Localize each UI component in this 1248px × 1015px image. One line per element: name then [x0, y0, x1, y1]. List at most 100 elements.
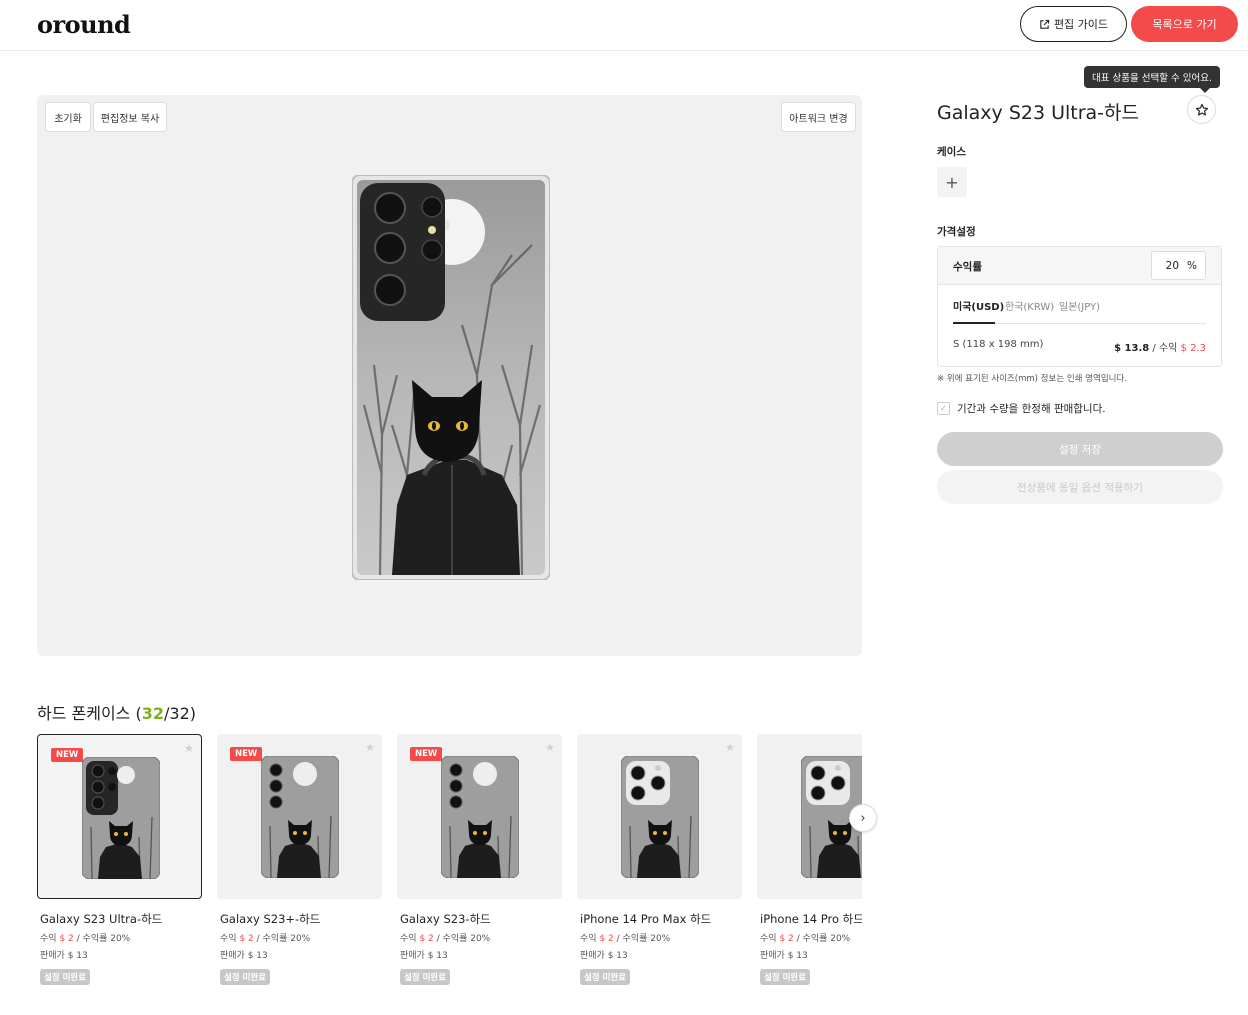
sale-price: 판매가 $ 13	[580, 951, 628, 961]
star-icon[interactable]: ★	[365, 741, 375, 754]
product-thumbnail[interactable]: NEW ★	[217, 734, 382, 899]
sale-price: 판매가 $ 13	[760, 951, 808, 961]
setting-incomplete-badge: 설정 미완료	[220, 969, 271, 985]
profit-prefix: 수익	[400, 934, 417, 944]
profit-rate-label: 수익률	[953, 261, 982, 273]
logo[interactable]: oround	[37, 10, 131, 39]
profit-amount: $ 2	[59, 934, 74, 944]
tab-krw[interactable]: 한국(KRW)	[1005, 298, 1054, 313]
case-thumbnail-image	[621, 756, 699, 878]
profit-rate-input[interactable]: 20 %	[1151, 251, 1206, 280]
product-name: iPhone 14 Pro Max 하드	[580, 912, 712, 926]
profit-rate-unit: %	[1187, 259, 1197, 272]
tab-active-indicator	[953, 322, 995, 324]
sale-price: $ 13.8	[1114, 343, 1150, 354]
sale-price: 판매가 $ 13	[400, 951, 448, 961]
external-link-icon	[1040, 19, 1050, 29]
edit-guide-label: 편집 가이드	[1053, 18, 1109, 31]
profit-rate-row: 수익률 20 %	[938, 247, 1221, 285]
star-icon[interactable]: ★	[725, 741, 735, 754]
profit-rate: / 수익률 20%	[616, 934, 671, 944]
profit-line: 수익 $ 2 / 수익률 20%	[217, 931, 382, 944]
profit-rate: / 수익률 20%	[436, 934, 491, 944]
star-icon[interactable]: ★	[184, 742, 194, 755]
case-thumbnail-image	[261, 756, 339, 878]
product-name: Galaxy S23+-하드	[220, 912, 321, 926]
profit-line: 수익 $ 2 / 수익률 20%	[577, 931, 742, 944]
star-icon[interactable]: ★	[545, 741, 555, 754]
profit-prefix: 수익	[580, 934, 597, 944]
profit-amount: $ 2.3	[1180, 343, 1206, 354]
profit-rate: / 수익률 20%	[76, 934, 131, 944]
limited-sale-checkbox[interactable]: ✓	[937, 402, 950, 415]
list-title-prefix: 하드 폰케이스 (	[37, 704, 142, 723]
case-thumbnail-image	[82, 757, 160, 879]
profit-rate: / 수익률 20%	[256, 934, 311, 944]
copy-edit-info-button[interactable]: 편집정보 복사	[93, 102, 167, 132]
featured-star-button[interactable]	[1187, 95, 1216, 124]
product-name: Galaxy S23-하드	[400, 912, 491, 926]
product-card[interactable]: ★ iPhone 14 Pro 하드수익 $ 2 / 수익률 20% 판매가 $ 1…	[757, 734, 862, 985]
product-carousel: NEW ★ Galaxy S23 Ultra-하드수익 $ 2 / 수익률 20% 판…	[37, 734, 862, 1004]
product-card[interactable]: NEW ★ Galaxy S23 Ultra-하드 수익 $ 2 / 수익률 20% 판…	[37, 734, 202, 985]
profit-amount: $ 2	[779, 934, 794, 944]
product-thumbnail[interactable]: NEW ★	[37, 734, 202, 899]
limited-sale-label: 기간과 수량을 한정해 판매합니다.	[957, 403, 1106, 415]
apply-all-button[interactable]: 전상품에 동일 옵션 적용하기	[937, 470, 1223, 504]
carousel-next-button[interactable]: ›	[849, 804, 877, 832]
profit-prefix: 수익	[220, 934, 237, 944]
reset-button[interactable]: 초기화	[45, 102, 91, 132]
back-to-list-button[interactable]: 목록으로 가기	[1131, 6, 1238, 42]
size-price: $ 13.8 / 수익 $ 2.3	[1114, 339, 1206, 354]
product-name: Galaxy S23 Ultra-하드	[40, 912, 163, 926]
profit-line: 수익 $ 2 / 수익률 20%	[397, 931, 562, 944]
change-artwork-button[interactable]: 아트워크 변경	[781, 102, 856, 132]
product-list-title: 하드 폰케이스 (32/32)	[37, 700, 196, 724]
product-thumbnail[interactable]: ★	[577, 734, 742, 899]
product-thumbnail[interactable]: NEW ★	[397, 734, 562, 899]
profit-prefix: 수익	[760, 934, 777, 944]
price-settings-box: 수익률 20 % 미국(USD) 한국(KRW) 일본(JPY) S (118 …	[937, 246, 1222, 367]
price-setting-label: 가격설정	[937, 226, 976, 238]
star-icon	[1195, 103, 1208, 116]
save-settings-button[interactable]: 설정 저장	[937, 432, 1223, 466]
product-card[interactable]: NEW ★ Galaxy S23+-하드수익 $ 2 / 수익률 20% 판매가 $ …	[217, 734, 382, 985]
profit-rate: / 수익률 20%	[796, 934, 851, 944]
profit-prefix: / 수익	[1152, 343, 1178, 354]
phone-case-preview[interactable]	[352, 175, 550, 580]
profit-rate-value: 20	[1165, 259, 1180, 272]
setting-incomplete-badge: 설정 미완료	[40, 969, 91, 985]
featured-product-tooltip: 대표 상품을 선택할 수 있어요.	[1084, 66, 1220, 93]
profit-line: 수익 $ 2 / 수익률 20%	[757, 931, 862, 944]
profit-amount: $ 2	[419, 934, 434, 944]
new-badge: NEW	[410, 747, 443, 761]
tab-jpy[interactable]: 일본(JPY)	[1059, 298, 1100, 313]
product-title: Galaxy S23 Ultra-하드	[937, 102, 1139, 124]
product-thumbnail[interactable]: ★	[757, 734, 862, 899]
profit-amount: $ 2	[239, 934, 254, 944]
case-thumbnail-image	[441, 756, 519, 878]
chevron-right-icon: ›	[860, 810, 866, 826]
header: oround 편집 가이드 목록으로 가기	[0, 0, 1248, 51]
setting-incomplete-badge: 설정 미완료	[400, 969, 451, 985]
list-count-total: /32)	[164, 704, 196, 723]
editor-canvas[interactable]: 초기화 편집정보 복사 아트워크 변경	[37, 95, 862, 656]
add-case-button[interactable]: +	[937, 167, 967, 197]
size-label: S (118 x 198 mm)	[953, 339, 1044, 350]
product-name: iPhone 14 Pro 하드	[760, 912, 862, 926]
setting-incomplete-badge: 설정 미완료	[580, 969, 631, 985]
case-label: 케이스	[937, 146, 966, 158]
tab-usd[interactable]: 미국(USD)	[953, 298, 1004, 313]
product-card[interactable]: NEW ★ Galaxy S23-하드수익 $ 2 / 수익률 20% 판매가 $ 1…	[397, 734, 562, 985]
profit-amount: $ 2	[599, 934, 614, 944]
print-area-notice: ※ 위에 표기된 사이즈(mm) 정보는 인쇄 영역입니다.	[937, 374, 1127, 384]
product-card[interactable]: ★ iPhone 14 Pro Max 하드수익 $ 2 / 수익률 20% 판매가…	[577, 734, 742, 985]
list-count-done: 32	[141, 704, 164, 723]
new-badge: NEW	[230, 747, 263, 761]
sale-price: 판매가 $ 13	[220, 951, 268, 961]
new-badge: NEW	[51, 748, 84, 762]
limited-sale-row[interactable]: ✓ 기간과 수량을 한정해 판매합니다.	[937, 401, 1106, 416]
profit-prefix: 수익	[40, 934, 57, 944]
edit-guide-button[interactable]: 편집 가이드	[1020, 6, 1127, 42]
setting-incomplete-badge: 설정 미완료	[760, 969, 811, 985]
